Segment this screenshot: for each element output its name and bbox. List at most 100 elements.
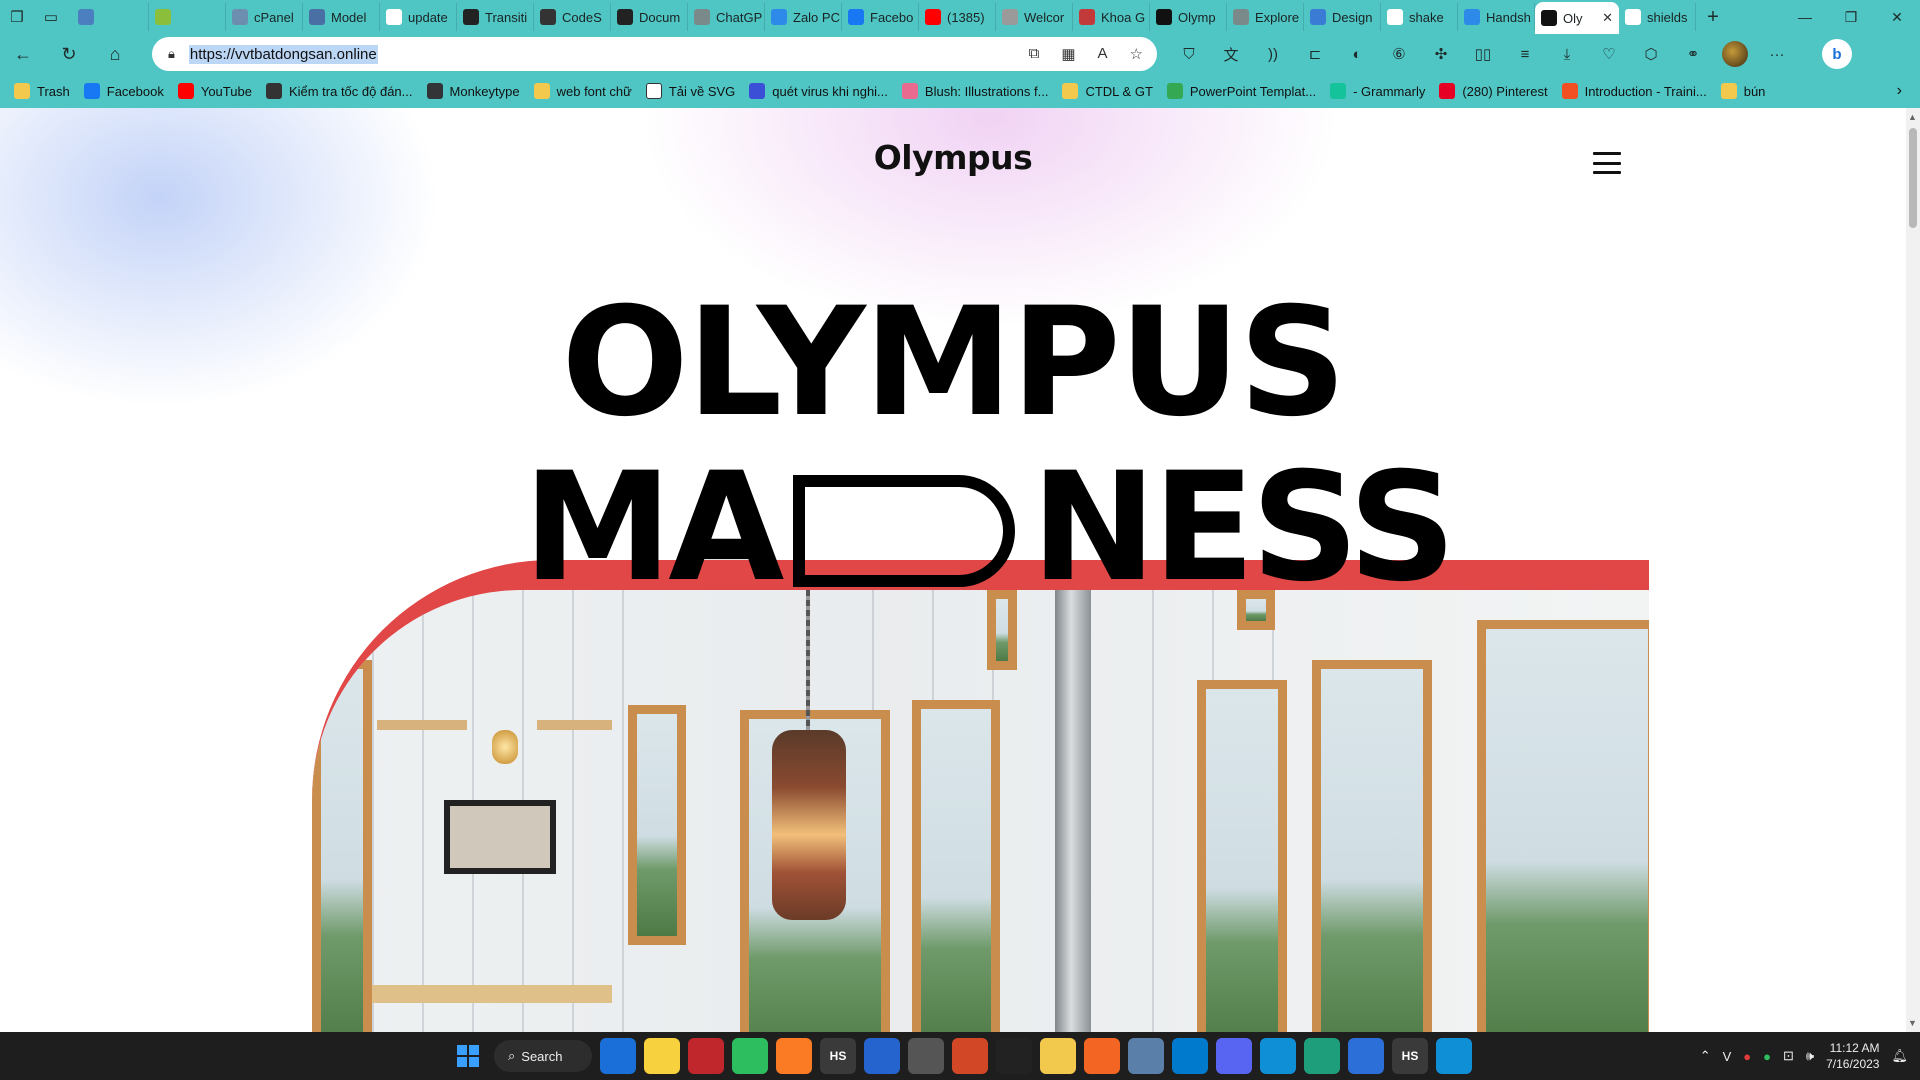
- chart-app-icon[interactable]: [1128, 1038, 1164, 1074]
- url-text[interactable]: https://vvtbatdongsan.online: [188, 44, 378, 64]
- bookmark-item[interactable]: (280) Pinterest: [1439, 83, 1548, 99]
- back-icon[interactable]: ←: [0, 34, 46, 74]
- browser-essentials-icon[interactable]: ⬡: [1630, 34, 1672, 74]
- favorite-star-icon[interactable]: ☆: [1130, 45, 1143, 63]
- performance-icon[interactable]: ♡: [1588, 34, 1630, 74]
- browser-tab[interactable]: Explore: [1227, 3, 1304, 31]
- translate-extension-icon[interactable]: 文: [1210, 34, 1252, 74]
- six-extension-icon[interactable]: ⑥: [1378, 34, 1420, 74]
- tab-actions-icon[interactable]: ▭: [34, 0, 68, 34]
- browser-tab[interactable]: Zalo PC: [765, 3, 842, 31]
- clock[interactable]: 11:12 AM 7/16/2023: [1826, 1040, 1879, 1072]
- notification-bell-icon[interactable]: 🔔︎: [1891, 1048, 1908, 1064]
- bookmark-item[interactable]: Kiểm tra tốc độ đán...: [265, 83, 413, 99]
- downloads-icon[interactable]: ⤓: [1546, 34, 1588, 74]
- file-explorer-icon[interactable]: [1040, 1038, 1076, 1074]
- lock-icon[interactable]: 🔒︎: [168, 46, 175, 62]
- bookmark-item[interactable]: Tải về SVG: [645, 83, 735, 99]
- more-options-icon[interactable]: ···: [1756, 34, 1798, 74]
- network-icon[interactable]: ⊡: [1783, 1048, 1794, 1064]
- home-icon[interactable]: ⌂: [92, 34, 138, 74]
- vscode-icon[interactable]: [1172, 1038, 1208, 1074]
- browser-tab[interactable]: [149, 3, 226, 31]
- bookmark-item[interactable]: - Grammarly: [1330, 83, 1425, 99]
- tray-green-app-icon[interactable]: ●: [1763, 1049, 1771, 1064]
- translator-icon[interactable]: [1348, 1038, 1384, 1074]
- app-available-icon[interactable]: ⧉: [1029, 45, 1040, 63]
- page-scrollbar[interactable]: ▲ ▼: [1906, 108, 1920, 1032]
- browser-tab[interactable]: shake: [1381, 3, 1458, 31]
- browser-tab[interactable]: Handsh: [1458, 3, 1535, 31]
- color-extension-icon[interactable]: ◐: [1336, 34, 1378, 74]
- close-window-icon[interactable]: ✕: [1874, 0, 1920, 34]
- close-tab-icon[interactable]: ✕: [1602, 10, 1613, 26]
- browser-tab[interactable]: Design: [1304, 3, 1381, 31]
- edge-dev-icon[interactable]: [600, 1038, 636, 1074]
- qr-code-icon[interactable]: ▦: [1061, 45, 1075, 63]
- ruler-extension-icon[interactable]: ⊏: [1294, 34, 1336, 74]
- shield-extension-icon[interactable]: ⛉: [1168, 34, 1210, 74]
- bookmark-item[interactable]: web font chữ: [533, 83, 632, 99]
- refresh-icon[interactable]: ↻: [46, 34, 92, 74]
- read-aloud-icon[interactable]: A: [1098, 45, 1108, 63]
- bookmarks-overflow-icon[interactable]: ›: [1897, 82, 1902, 100]
- share-icon[interactable]: ⚭: [1672, 34, 1714, 74]
- hs-icon[interactable]: HS: [820, 1038, 856, 1074]
- evernote-icon[interactable]: [732, 1038, 768, 1074]
- workspaces-icon[interactable]: ❒: [0, 0, 34, 34]
- hamburger-menu-icon[interactable]: [1593, 152, 1621, 174]
- powerpoint-icon[interactable]: [952, 1038, 988, 1074]
- scroll-thumb[interactable]: [1909, 128, 1917, 228]
- browser-tab[interactable]: Welcor: [996, 3, 1073, 31]
- browser-tab[interactable]: update: [380, 3, 457, 31]
- bookmark-item[interactable]: CTDL & GT: [1062, 83, 1153, 99]
- browser-tab[interactable]: [72, 3, 149, 31]
- bookmark-item[interactable]: YouTube: [177, 83, 252, 99]
- app-red-icon[interactable]: [688, 1038, 724, 1074]
- edge-icon[interactable]: [1260, 1038, 1296, 1074]
- browser-tab[interactable]: cPanel: [226, 3, 303, 31]
- browser-tab[interactable]: Oly ✕: [1535, 2, 1619, 34]
- ryzen-icon[interactable]: [996, 1038, 1032, 1074]
- address-bar[interactable]: 🔒︎ https://vvtbatdongsan.online ⧉ ▦ A ☆: [152, 37, 1157, 71]
- restore-icon[interactable]: ❐: [1828, 0, 1874, 34]
- browser-tab[interactable]: ChatGP: [688, 3, 765, 31]
- orange-app-icon[interactable]: [1084, 1038, 1120, 1074]
- bookmark-item[interactable]: Monkeytype: [426, 83, 520, 99]
- scroll-up-icon[interactable]: ▲: [1908, 112, 1917, 122]
- browser-tab[interactable]: Olymp: [1150, 3, 1227, 31]
- extensions-puzzle-icon[interactable]: ✣: [1420, 34, 1462, 74]
- bookmark-item[interactable]: Blush: Illustrations f...: [901, 83, 1048, 99]
- browser-tab[interactable]: Khoa G: [1073, 3, 1150, 31]
- taskbar-search-button[interactable]: ⌕ Search: [494, 1040, 592, 1072]
- browser-tab[interactable]: CodeS: [534, 3, 611, 31]
- tray-v-icon[interactable]: V: [1723, 1049, 1732, 1064]
- discord-icon[interactable]: [1216, 1038, 1252, 1074]
- bookmark-item[interactable]: bún: [1720, 83, 1765, 99]
- wave-extension-icon[interactable]: )): [1252, 34, 1294, 74]
- bookmark-item[interactable]: PowerPoint Templat...: [1166, 83, 1316, 99]
- edge-icon[interactable]: [1436, 1038, 1472, 1074]
- profile-avatar[interactable]: [1722, 41, 1748, 67]
- bookmark-item[interactable]: Facebook: [83, 83, 164, 99]
- browser-tab[interactable]: Facebo: [842, 3, 919, 31]
- bing-copilot-icon[interactable]: b: [1822, 39, 1852, 69]
- xampp-icon[interactable]: [776, 1038, 812, 1074]
- tray-red-app-icon[interactable]: ●: [1743, 1049, 1751, 1064]
- collections-icon[interactable]: ≡: [1504, 34, 1546, 74]
- browser-tab[interactable]: (1385): [919, 3, 996, 31]
- start-windows-icon[interactable]: [457, 1045, 479, 1067]
- scroll-down-icon[interactable]: ▼: [1908, 1018, 1917, 1028]
- new-tab-button[interactable]: +: [1696, 6, 1730, 29]
- browser-tab[interactable]: Docum: [611, 3, 688, 31]
- show-hidden-icons-chevron-icon[interactable]: ⌃: [1700, 1048, 1711, 1064]
- bookmark-item[interactable]: quét virus khi nghi...: [749, 83, 888, 99]
- shield-app-icon[interactable]: [1304, 1038, 1340, 1074]
- postman-icon[interactable]: [908, 1038, 944, 1074]
- sticky-notes-icon[interactable]: [644, 1038, 680, 1074]
- hs-icon[interactable]: HS: [1392, 1038, 1428, 1074]
- browser-tab[interactable]: Model: [303, 3, 380, 31]
- browser-tab[interactable]: Transiti: [457, 3, 534, 31]
- bookmark-item[interactable]: Introduction - Traini...: [1561, 83, 1707, 99]
- split-screen-icon[interactable]: ▯▯: [1462, 34, 1504, 74]
